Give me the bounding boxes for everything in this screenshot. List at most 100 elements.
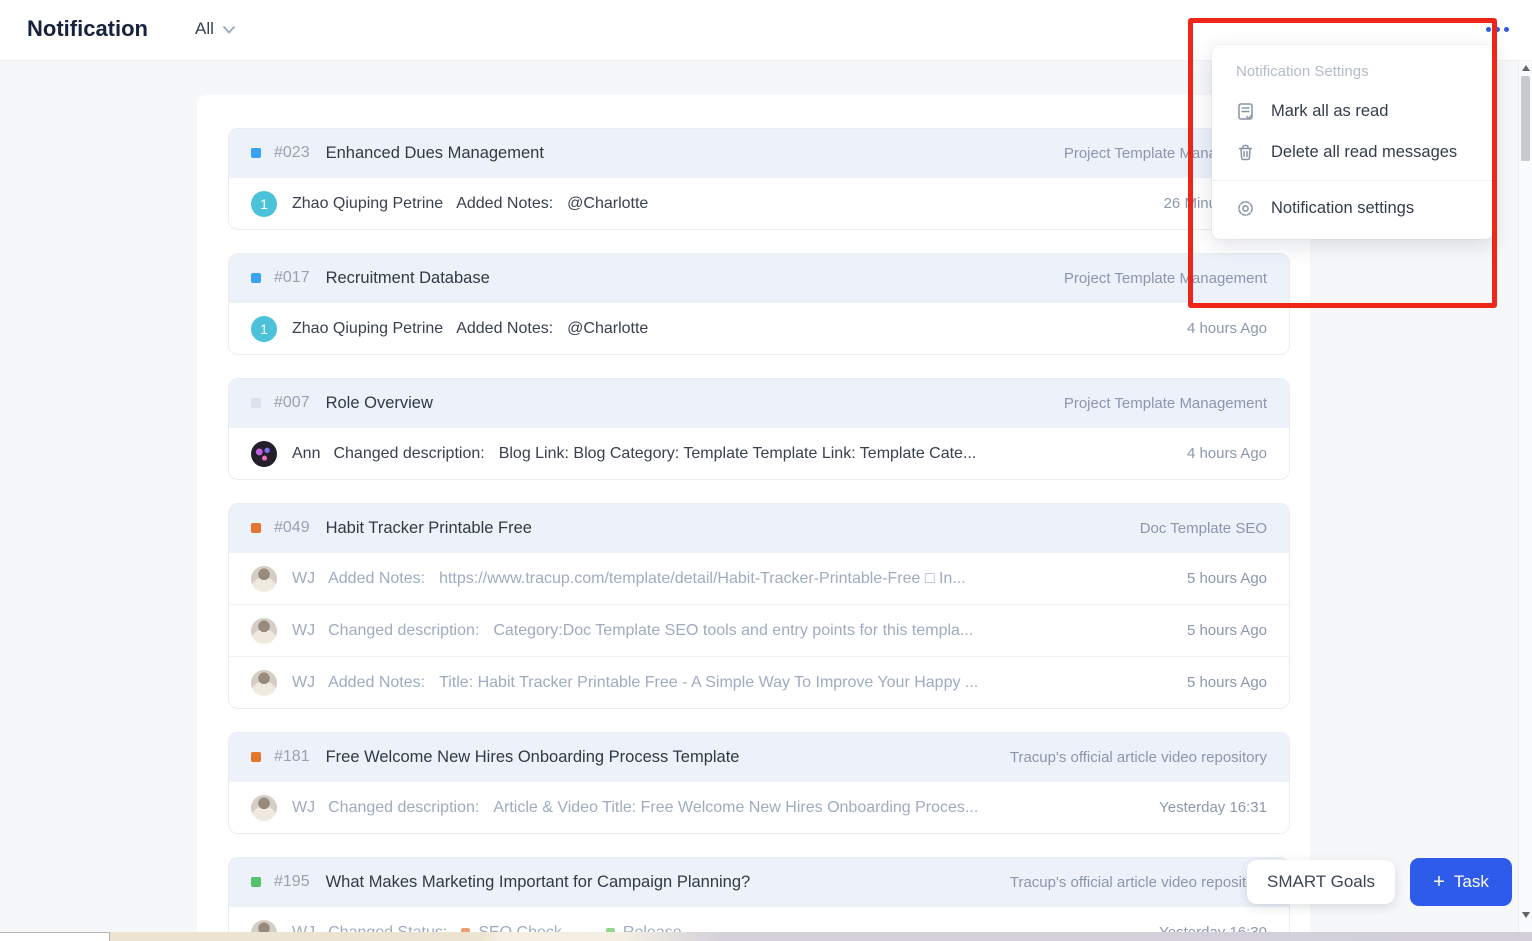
entry-content: Article & Video Title: Free Welcome New … bbox=[493, 799, 1143, 817]
project-label: Doc Template SEO bbox=[1140, 520, 1267, 537]
notification-entry[interactable]: 1 Zhao Qiuping Petrine Added Notes: @Cha… bbox=[229, 302, 1289, 354]
task-title: Free Welcome New Hires Onboarding Proces… bbox=[326, 748, 740, 767]
page-title: Notification bbox=[27, 16, 148, 42]
task-title: Recruitment Database bbox=[326, 269, 490, 288]
menu-item-mark-all-read[interactable]: Mark all as read bbox=[1212, 91, 1493, 132]
status-bullet-icon bbox=[251, 752, 261, 762]
task-id: #049 bbox=[274, 519, 310, 537]
notification-item: #023 Enhanced Dues Management Project Te… bbox=[228, 128, 1290, 230]
entry-content: Blog Link: Blog Category: Template Templ… bbox=[499, 445, 1171, 463]
task-title: What Makes Marketing Important for Campa… bbox=[326, 873, 751, 892]
status-bullet-icon bbox=[251, 148, 261, 158]
entry-action: Changed description: bbox=[328, 799, 479, 817]
entry-user: WJ bbox=[292, 799, 315, 817]
entry-time: 4 hours Ago bbox=[1187, 320, 1267, 337]
avatar bbox=[251, 795, 277, 821]
project-label: Project Template Management bbox=[1064, 270, 1267, 287]
avatar bbox=[251, 566, 277, 592]
filter-dropdown[interactable]: All bbox=[195, 19, 237, 39]
plus-icon: + bbox=[1433, 872, 1445, 892]
notification-entry[interactable]: 1 Zhao Qiuping Petrine Added Notes: @Cha… bbox=[229, 177, 1289, 229]
notification-header[interactable]: #017 Recruitment Database Project Templa… bbox=[229, 254, 1289, 302]
entry-content: https://www.tracup.com/template/detail/H… bbox=[439, 570, 1171, 588]
task-id: #181 bbox=[274, 748, 310, 766]
entry-action: Added Notes: bbox=[328, 570, 425, 588]
bottom-left-scroll-box bbox=[0, 932, 110, 941]
vertical-scrollbar[interactable] bbox=[1518, 61, 1532, 932]
notification-entry[interactable]: WJ Changed description: Category:Doc Tem… bbox=[229, 604, 1289, 656]
notification-page: Notification All #023 Enhanced Dues Mana… bbox=[0, 0, 1532, 941]
status-bullet-icon bbox=[251, 398, 261, 408]
entry-content: @Charlotte bbox=[567, 195, 1147, 213]
menu-item-label: Delete all read messages bbox=[1271, 143, 1457, 162]
notification-item: #181 Free Welcome New Hires Onboarding P… bbox=[228, 732, 1290, 834]
project-label: Tracup's official article video reposito… bbox=[1010, 749, 1267, 766]
notification-entry[interactable]: WJ Added Notes: Title: Habit Tracker Pri… bbox=[229, 656, 1289, 708]
filter-label: All bbox=[195, 19, 214, 39]
entry-user: WJ bbox=[292, 570, 315, 588]
menu-item-notification-settings[interactable]: Notification settings bbox=[1212, 188, 1493, 229]
task-title: Enhanced Dues Management bbox=[326, 144, 544, 163]
menu-item-label: Notification settings bbox=[1271, 199, 1414, 218]
scroll-up-arrow-icon[interactable] bbox=[1522, 65, 1530, 71]
status-bullet-icon bbox=[251, 273, 261, 283]
notification-item: #017 Recruitment Database Project Templa… bbox=[228, 253, 1290, 355]
menu-section-label: Notification Settings bbox=[1212, 58, 1493, 91]
entry-user: Zhao Qiuping Petrine bbox=[292, 195, 443, 213]
notification-entry[interactable]: WJ Changed description: Article & Video … bbox=[229, 781, 1289, 833]
notification-item: #007 Role Overview Project Template Mana… bbox=[228, 378, 1290, 480]
notification-settings-menu: Notification Settings Mark all as read D… bbox=[1212, 45, 1493, 239]
task-id: #017 bbox=[274, 269, 310, 287]
status-bullet-icon bbox=[251, 877, 261, 887]
menu-divider bbox=[1212, 180, 1493, 181]
entry-user: WJ bbox=[292, 674, 315, 692]
entry-action: Changed description: bbox=[328, 622, 479, 640]
notification-list: #023 Enhanced Dues Management Project Te… bbox=[228, 128, 1290, 941]
menu-item-label: Mark all as read bbox=[1271, 102, 1388, 121]
entry-user: Zhao Qiuping Petrine bbox=[292, 320, 443, 338]
notification-entry[interactable]: WJ Added Notes: https://www.tracup.com/t… bbox=[229, 552, 1289, 604]
project-label: Project Template Management bbox=[1064, 395, 1267, 412]
add-task-button[interactable]: + Task bbox=[1410, 858, 1512, 906]
entry-content: Category:Doc Template SEO tools and entr… bbox=[493, 622, 1171, 640]
entry-content: Title: Habit Tracker Printable Free - A … bbox=[439, 674, 1171, 692]
avatar: 1 bbox=[251, 191, 277, 217]
mark-read-icon bbox=[1235, 101, 1256, 122]
scroll-down-arrow-icon[interactable] bbox=[1522, 912, 1530, 918]
background-window-strip bbox=[0, 932, 1532, 941]
avatar bbox=[251, 441, 277, 467]
scrollbar-thumb[interactable] bbox=[1521, 76, 1530, 161]
notification-header[interactable]: #007 Role Overview Project Template Mana… bbox=[229, 379, 1289, 427]
status-bullet-icon bbox=[251, 523, 261, 533]
notification-header[interactable]: #181 Free Welcome New Hires Onboarding P… bbox=[229, 733, 1289, 781]
task-id: #195 bbox=[274, 873, 310, 891]
entry-user: WJ bbox=[292, 622, 315, 640]
menu-item-delete-all-read[interactable]: Delete all read messages bbox=[1212, 132, 1493, 173]
entry-time: 5 hours Ago bbox=[1187, 570, 1267, 587]
avatar bbox=[251, 670, 277, 696]
notification-entry[interactable]: Ann Changed description: Blog Link: Blog… bbox=[229, 427, 1289, 479]
entry-user: Ann bbox=[292, 445, 320, 463]
entry-action: Added Notes: bbox=[456, 320, 553, 338]
task-title: Role Overview bbox=[326, 394, 433, 413]
smart-goals-button[interactable]: SMART Goals bbox=[1247, 860, 1395, 904]
notification-card: #023 Enhanced Dues Management Project Te… bbox=[197, 95, 1310, 941]
chevron-down-icon bbox=[221, 23, 237, 36]
entry-time: 5 hours Ago bbox=[1187, 674, 1267, 691]
more-menu-button[interactable] bbox=[1486, 27, 1509, 32]
entry-content: @Charlotte bbox=[567, 320, 1171, 338]
notification-header[interactable]: #195 What Makes Marketing Important for … bbox=[229, 858, 1289, 906]
trash-icon bbox=[1235, 142, 1256, 163]
avatar: 1 bbox=[251, 316, 277, 342]
entry-time: 4 hours Ago bbox=[1187, 445, 1267, 462]
entry-time: 5 hours Ago bbox=[1187, 622, 1267, 639]
task-id: #023 bbox=[274, 144, 310, 162]
notification-item: #049 Habit Tracker Printable Free Doc Te… bbox=[228, 503, 1290, 709]
entry-action: Changed description: bbox=[333, 445, 484, 463]
project-label: Tracup's official article video reposito… bbox=[1010, 874, 1267, 891]
notification-header[interactable]: #049 Habit Tracker Printable Free Doc Te… bbox=[229, 504, 1289, 552]
notification-header[interactable]: #023 Enhanced Dues Management Project Te… bbox=[229, 129, 1289, 177]
entry-action: Added Notes: bbox=[456, 195, 553, 213]
entry-action: Added Notes: bbox=[328, 674, 425, 692]
task-title: Habit Tracker Printable Free bbox=[326, 519, 532, 538]
